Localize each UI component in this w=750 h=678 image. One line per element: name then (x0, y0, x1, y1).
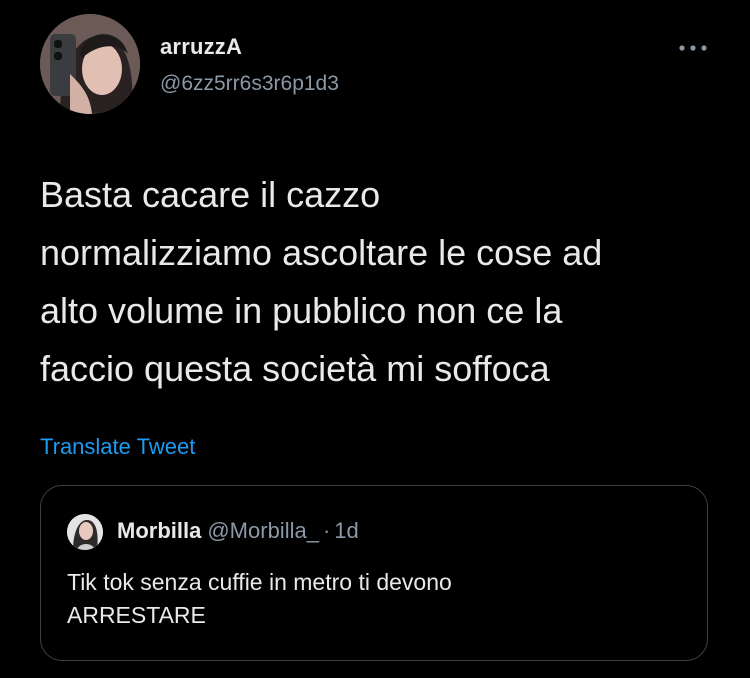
quote-text: Tik tok senza cuffie in metro ti devono … (67, 569, 452, 628)
translate-tweet-link[interactable]: Translate Tweet (40, 434, 195, 460)
quote-author-name[interactable]: Morbilla (117, 518, 201, 543)
quote-header: Morbilla @Morbilla_ · 1d (117, 518, 359, 544)
author-name[interactable]: arruzzA (160, 34, 242, 60)
quote-author-avatar (67, 514, 103, 550)
quoted-tweet[interactable]: Morbilla @Morbilla_ · 1d Tik tok senza cuff… (40, 485, 708, 661)
quote-separator: · (322, 518, 331, 543)
author-handle[interactable]: @6zz5rr6s3r6p1d3 (160, 72, 339, 96)
quote-author-handle[interactable]: @Morbilla_ (207, 518, 319, 543)
more-horizontal-icon[interactable] (676, 38, 710, 58)
author-avatar[interactable] (40, 14, 140, 114)
tweet-text: Basta cacare il cazzo normalizziamo asco… (40, 174, 603, 389)
tweet: arruzzA @6zz5rr6s3r6p1d3 Basta cacare il… (0, 0, 750, 678)
quote-timestamp[interactable]: 1d (334, 518, 358, 543)
